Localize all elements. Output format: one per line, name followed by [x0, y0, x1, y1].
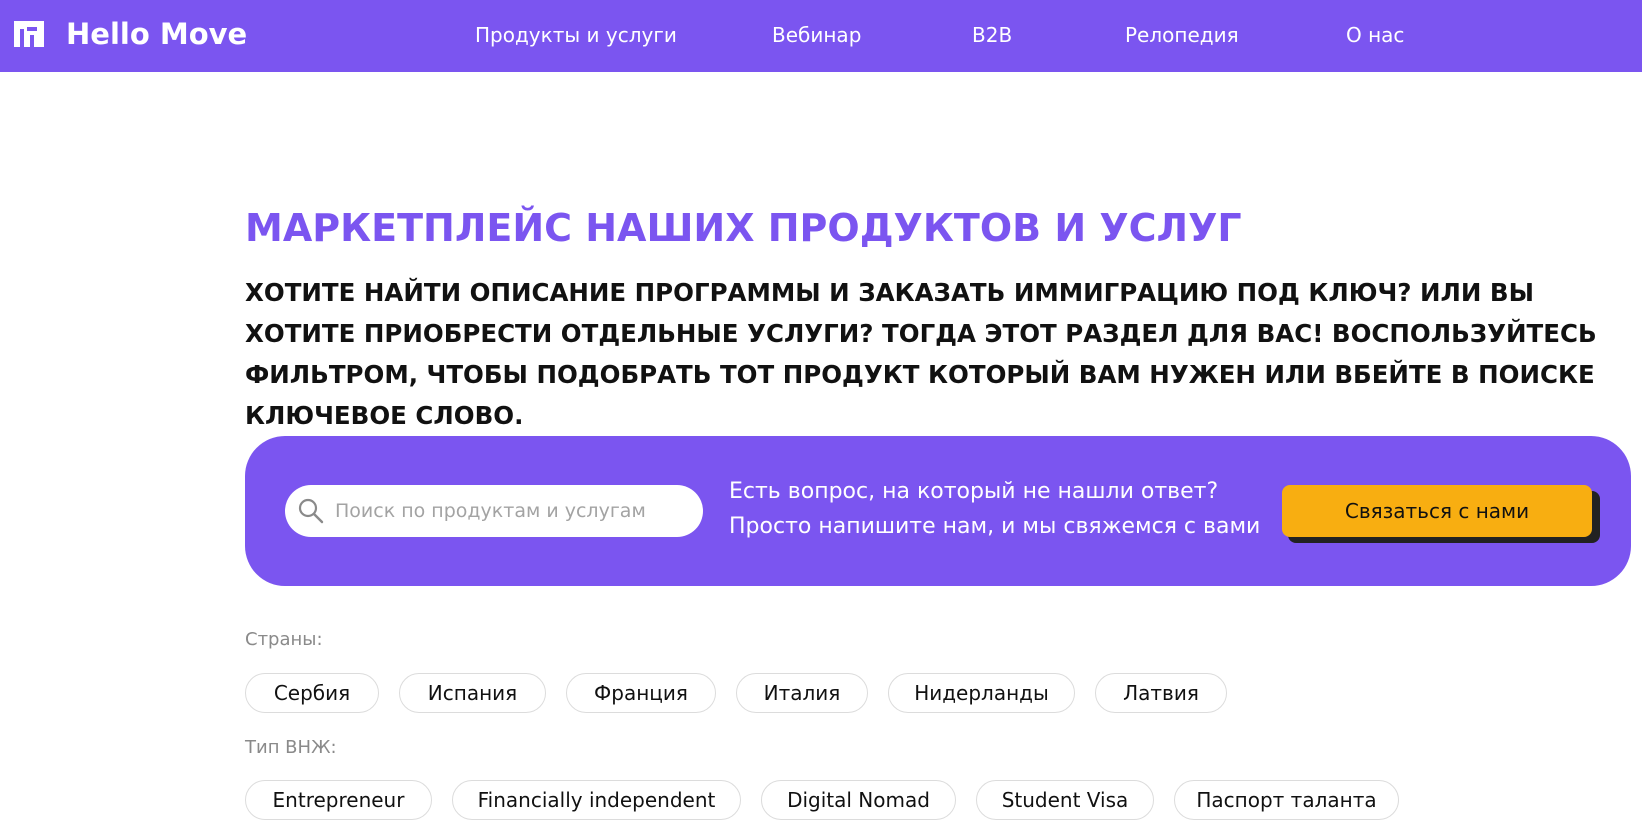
- search-box[interactable]: [285, 485, 703, 537]
- nav-webinar[interactable]: Вебинар: [772, 22, 861, 48]
- chip-country-latvia[interactable]: Латвия: [1095, 673, 1227, 713]
- chip-country-italy[interactable]: Италия: [736, 673, 868, 713]
- page-title: МАРКЕТПЛЕЙС НАШИХ ПРОДУКТОВ И УСЛУГ: [245, 206, 1242, 250]
- contact-prompt-line1: Есть вопрос, на который не нашли ответ?: [729, 479, 1219, 504]
- countries-filter-label: Страны:: [245, 629, 323, 650]
- intro-text: ХОТИТЕ НАЙТИ ОПИСАНИЕ ПРОГРАММЫ И ЗАКАЗА…: [245, 278, 1597, 430]
- top-navigation-bar: Hello Move Продукты и услуги Вебинар B2B…: [0, 0, 1642, 72]
- contact-us-button[interactable]: Связаться с нами: [1282, 485, 1592, 537]
- contact-prompt-line2: Просто напишите нам, и мы свяжемся с вам…: [729, 514, 1261, 539]
- chip-country-france[interactable]: Франция: [566, 673, 716, 713]
- brand-logo[interactable]: Hello Move: [12, 18, 247, 50]
- chip-country-netherlands[interactable]: Нидерланды: [888, 673, 1075, 713]
- chip-permit-digital-nomad[interactable]: Digital Nomad: [761, 780, 956, 820]
- chip-permit-financially-independent[interactable]: Financially independent: [452, 780, 741, 820]
- chip-permit-talent-passport[interactable]: Паспорт таланта: [1174, 780, 1399, 820]
- chip-permit-entrepreneur[interactable]: Entrepreneur: [245, 780, 432, 820]
- hello-move-logo-icon: [12, 19, 46, 49]
- nav-b2b[interactable]: B2B: [972, 22, 1012, 48]
- chip-country-serbia[interactable]: Сербия: [245, 673, 379, 713]
- nav-relopedia[interactable]: Релопедия: [1125, 22, 1239, 48]
- nav-about[interactable]: О нас: [1346, 22, 1404, 48]
- nav-products-services[interactable]: Продукты и услуги: [475, 22, 677, 48]
- chip-permit-student-visa[interactable]: Student Visa: [976, 780, 1154, 820]
- permit-type-filter-label: Тип ВНЖ:: [245, 737, 337, 758]
- search-contact-banner: Есть вопрос, на который не нашли ответ? …: [245, 436, 1631, 586]
- search-input[interactable]: [335, 485, 685, 537]
- chip-country-spain[interactable]: Испания: [399, 673, 546, 713]
- contact-prompt: Есть вопрос, на который не нашли ответ? …: [729, 474, 1260, 544]
- brand-name: Hello Move: [66, 17, 248, 51]
- search-icon: [297, 497, 325, 525]
